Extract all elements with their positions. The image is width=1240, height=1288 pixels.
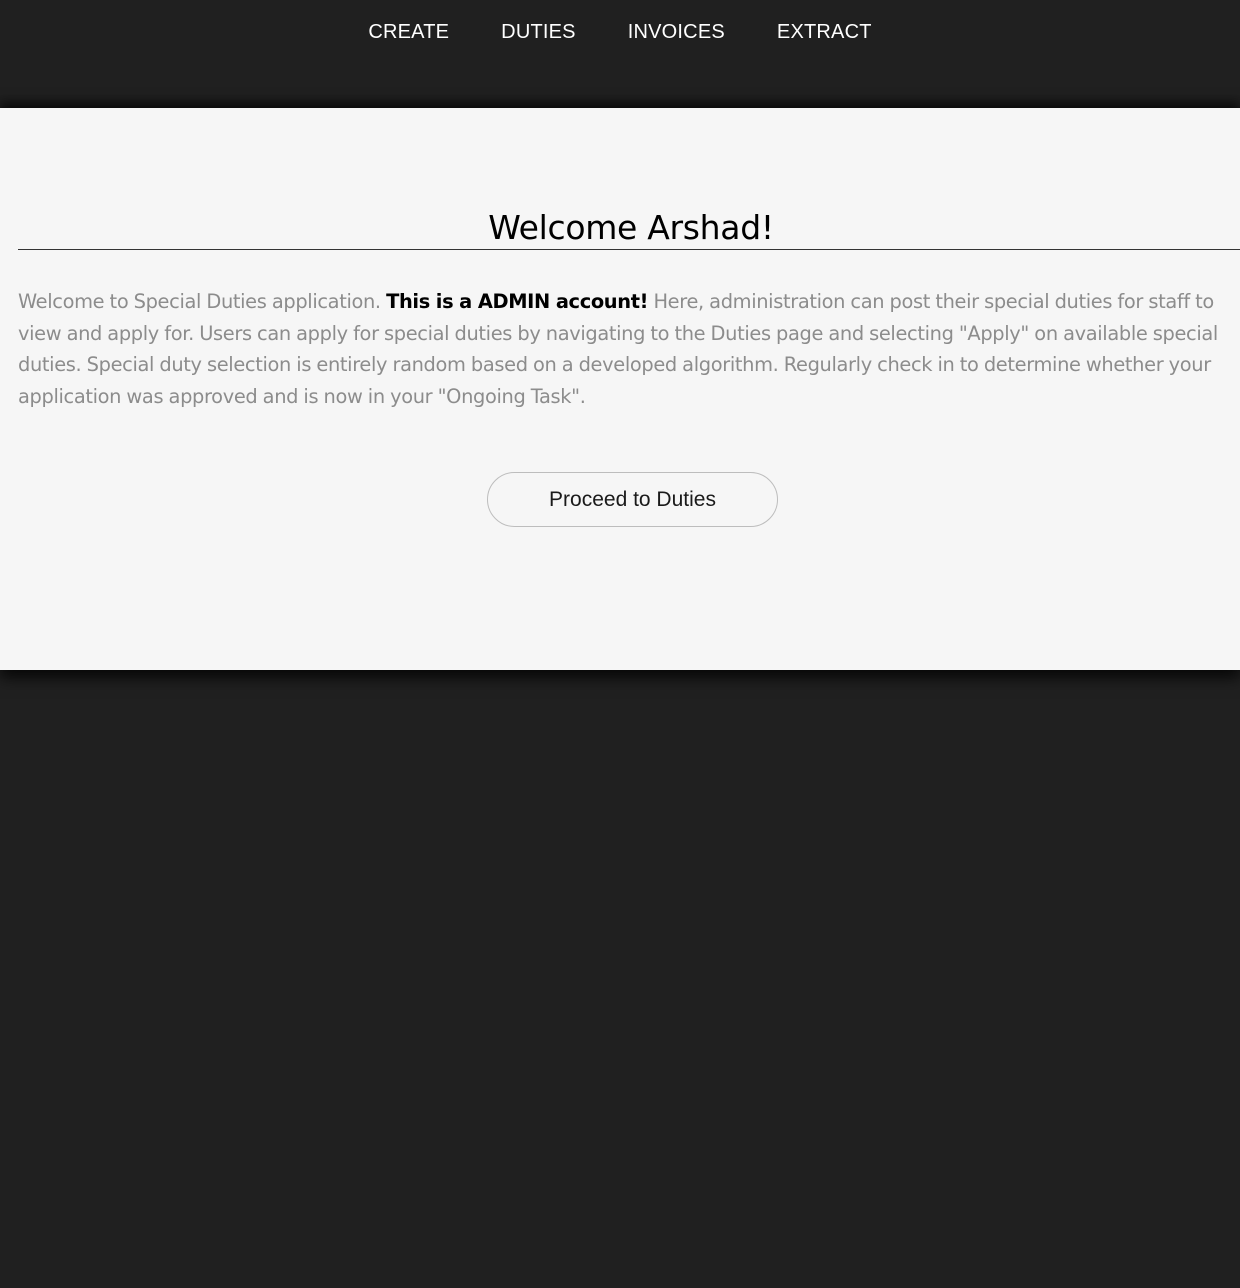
- nav-item-duties: DUTIES: [501, 20, 576, 44]
- page-title: Welcome Arshad!: [488, 208, 774, 247]
- intro-paragraph: Welcome to Special Duties application. T…: [18, 286, 1240, 412]
- nav-menu: CREATE DUTIES INVOICES EXTRACT: [0, 20, 1240, 44]
- top-navigation-bar: CREATE DUTIES INVOICES EXTRACT: [0, 0, 1240, 108]
- admin-account-notice: This is a ADMIN account!: [386, 290, 649, 313]
- intro-lead-text: Welcome to Special Duties application.: [18, 290, 387, 313]
- nav-item-extract: EXTRACT: [777, 20, 872, 44]
- title-divider: [18, 249, 1240, 250]
- nav-item-invoices: INVOICES: [628, 20, 725, 44]
- nav-link-create[interactable]: CREATE: [368, 21, 449, 43]
- nav-link-duties[interactable]: DUTIES: [501, 21, 576, 43]
- nav-link-extract[interactable]: EXTRACT: [777, 21, 872, 43]
- nav-item-create: CREATE: [368, 20, 449, 44]
- proceed-to-duties-button[interactable]: Proceed to Duties: [487, 472, 778, 527]
- welcome-panel: Welcome Arshad! Welcome to Special Dutie…: [0, 108, 1240, 670]
- nav-link-invoices[interactable]: INVOICES: [628, 21, 725, 43]
